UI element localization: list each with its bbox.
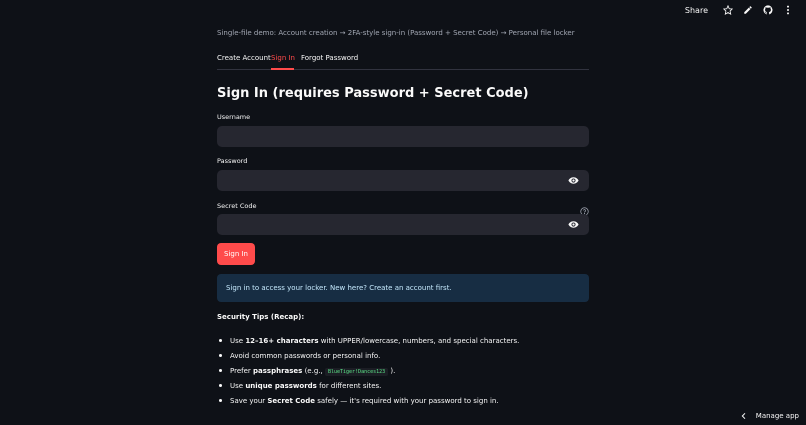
list-item: Use unique passwords for different sites… [217,380,519,395]
list-item: Avoid common passwords or personal info. [217,350,519,365]
username-label: Username [217,113,251,121]
security-tips-list: Use 12–16+ characters with UPPER/lowerca… [217,335,519,410]
info-alert: Sign in to access your locker. New here?… [217,274,589,302]
show-password-eye-icon[interactable] [568,175,579,186]
tab-sign-in[interactable]: Sign In [271,54,295,62]
inline-code: BlueTiger!Dances123 [324,368,389,376]
tab-bar: Create Account Sign In Forgot Password [217,52,589,70]
tab-forgot-password[interactable]: Forgot Password [301,54,358,62]
github-icon[interactable] [763,5,773,15]
list-item: Prefer passphrases (e.g., BlueTiger!Danc… [217,365,519,380]
tab-create-account[interactable]: Create Account [217,54,271,62]
show-secret-eye-icon[interactable] [568,219,579,230]
page-caption: Single-file demo: Account creation → 2FA… [217,29,575,37]
page-title: Sign In (requires Password + Secret Code… [217,86,529,101]
secret-code-label: Secret Code [217,202,257,210]
sign-in-button[interactable]: Sign In [217,243,255,265]
manage-app-label: Manage app [755,412,799,420]
more-icon[interactable] [783,5,793,15]
active-tab-indicator [271,68,294,70]
star-icon[interactable] [723,5,733,15]
edit-icon[interactable] [743,5,753,15]
manage-app-button[interactable]: Manage app [740,412,799,420]
password-field-container [217,170,589,193]
security-tips-heading: Security Tips (Recap): [217,313,305,321]
app-toolbar: Share [685,1,806,19]
list-item: Save your Secret Code safely — it's requ… [217,395,519,410]
secret-code-field-container [217,214,589,237]
list-item: Use 12–16+ characters with UPPER/lowerca… [217,335,519,350]
help-circle-icon[interactable] [580,201,589,216]
secret-code-input[interactable] [217,216,589,237]
password-label: Password [217,157,248,165]
username-field-container [217,126,589,149]
share-button[interactable]: Share [685,6,708,15]
chevron-left-icon [741,412,746,420]
username-input[interactable] [217,128,589,149]
password-input[interactable] [217,172,589,193]
